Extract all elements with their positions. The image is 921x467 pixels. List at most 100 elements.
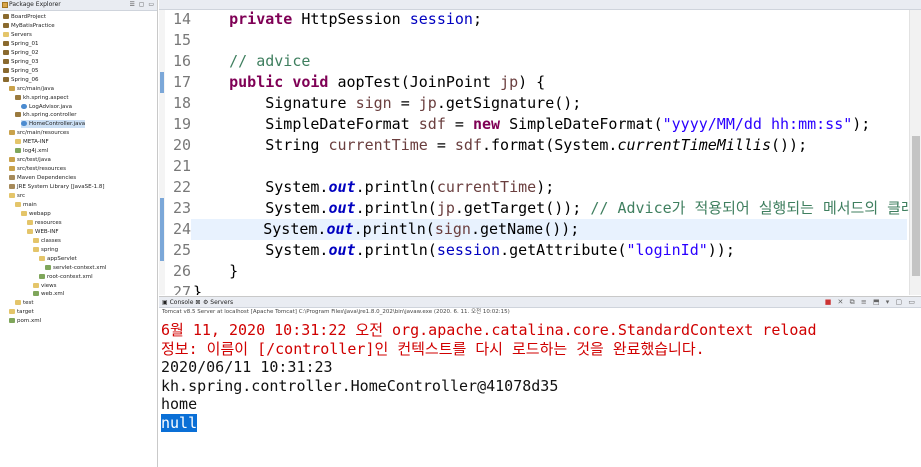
tree-item[interactable]: WEB-INF xyxy=(27,228,59,236)
tree-item[interactable]: Spring_02 xyxy=(3,49,39,57)
tree-item[interactable]: Spring_03 xyxy=(3,58,39,66)
tree-item-label: web.xml xyxy=(41,291,65,298)
java-icon xyxy=(21,103,27,109)
tree-item[interactable]: spring xyxy=(33,246,58,254)
code-line[interactable]: String currentTime = sdf.format(System.c… xyxy=(193,135,907,156)
folder-icon xyxy=(15,139,21,145)
code-editor[interactable]: 141516171819202122232425262728 private H… xyxy=(159,10,921,295)
tree-item-label: src/test/resources xyxy=(17,166,66,173)
tree-item[interactable]: MyBatisPractice xyxy=(3,22,55,30)
scrollbar-thumb[interactable] xyxy=(912,136,920,276)
tree-item[interactable]: Spring_01 xyxy=(3,40,39,48)
tree-item[interactable]: src xyxy=(9,192,25,200)
tree-item-label: Servers xyxy=(11,31,32,38)
package-explorer-tab[interactable]: Package Explorer ☰ ▢ ▭ xyxy=(0,0,157,11)
code-line[interactable] xyxy=(193,30,907,51)
console-line: 2020/06/11 10:31:23 xyxy=(161,358,333,377)
tree-item[interactable]: servlet-context.xml xyxy=(45,264,106,272)
package-explorer-icon xyxy=(2,2,8,8)
package-icon xyxy=(15,112,21,118)
code-line[interactable]: Signature sign = jp.getSignature(); xyxy=(193,93,907,114)
tree-item[interactable]: src/main/resources xyxy=(9,129,69,137)
tree-item[interactable]: src/test/java xyxy=(9,156,51,164)
tree-item[interactable]: Servers xyxy=(3,31,32,39)
console-toolbar[interactable]: ■ ✕ ⧉ ≡ ⬒ ▾ ▢ ▭ xyxy=(825,297,917,308)
tree-item[interactable]: root-context.xml xyxy=(39,273,93,281)
code-line[interactable]: } xyxy=(193,261,907,282)
editor-vertical-scrollbar[interactable] xyxy=(909,10,921,295)
tab-servers[interactable]: ⚙ Servers xyxy=(203,297,233,308)
tree-item[interactable]: kh.spring.aspect xyxy=(15,94,69,102)
tree-item-label: servlet-context.xml xyxy=(53,264,107,271)
code-line[interactable] xyxy=(193,156,907,177)
tree-item[interactable]: target xyxy=(9,308,34,316)
tree-item[interactable]: main xyxy=(15,201,37,209)
code-line[interactable]: public void aopTest(JoinPoint jp) { xyxy=(193,72,907,93)
tree-item[interactable]: HomeController.java xyxy=(21,120,86,129)
tree-item-label: webapp xyxy=(29,210,51,217)
line-number: 23 xyxy=(172,199,191,217)
source-folder-icon xyxy=(9,166,15,172)
line-number: 17 xyxy=(172,73,191,91)
console-line: null xyxy=(161,414,198,432)
tree-item[interactable]: kh.spring.controller xyxy=(15,111,77,119)
library-icon xyxy=(9,184,15,190)
code-line[interactable]: System.out.println(sign.getName()); xyxy=(191,219,907,240)
folder-icon xyxy=(15,201,21,207)
project-icon xyxy=(3,76,9,82)
tree-item[interactable]: webapp xyxy=(21,210,51,218)
tree-item[interactable]: resources xyxy=(27,219,62,227)
tree-item[interactable]: views xyxy=(33,282,57,290)
code-line[interactable]: } xyxy=(193,282,907,295)
tree-item-label: src/main/resources xyxy=(17,130,70,137)
folder-icon xyxy=(15,300,21,306)
tree-item-label: resources xyxy=(35,219,62,226)
tree-item[interactable]: JRE System Library [JavaSE-1.8] xyxy=(9,183,105,191)
console-view: ▣ Console ⊠ ⚙ Servers ■ ✕ ⧉ ≡ ⬒ ▾ ▢ ▭ To… xyxy=(159,296,921,467)
code-line[interactable]: System.out.println(session.getAttribute(… xyxy=(193,240,907,261)
tree-item[interactable]: LogAdvisor.java xyxy=(21,103,72,111)
console-process-header: Tomcat v8.5 Server at localhost [Apache … xyxy=(162,309,510,315)
code-line[interactable]: System.out.println(currentTime); xyxy=(193,177,907,198)
code-line[interactable]: private HttpSession session; xyxy=(193,10,907,30)
folder-icon xyxy=(9,309,15,315)
tree-item-label: src/main/java xyxy=(17,85,55,92)
folder-icon xyxy=(3,31,9,37)
tree-item[interactable]: META-INF xyxy=(15,138,49,146)
folder-icon xyxy=(9,193,15,198)
xml-icon xyxy=(39,273,45,279)
tree-item[interactable]: BoardProject xyxy=(3,13,46,21)
line-number: 22 xyxy=(172,178,191,196)
code-line[interactable]: System.out.println(jp.getTarget()); // A… xyxy=(193,198,921,219)
source-folder-icon xyxy=(9,130,15,136)
console-line: home xyxy=(161,395,198,414)
tree-item[interactable]: appServlet xyxy=(39,255,77,263)
tree-item[interactable]: web.xml xyxy=(33,290,64,298)
folder-icon xyxy=(39,255,45,261)
tree-item[interactable]: pom.xml xyxy=(9,317,41,325)
tree-item[interactable]: test xyxy=(15,299,34,307)
tree-item-label: kh.spring.controller xyxy=(23,112,77,119)
tree-item[interactable]: Maven Dependencies xyxy=(9,174,76,182)
change-marker xyxy=(160,198,164,219)
line-number: 24 xyxy=(172,220,191,238)
tree-item[interactable]: Spring_05 xyxy=(3,67,39,75)
tree-item[interactable]: log4j.xml xyxy=(15,147,48,155)
terminate-icon[interactable]: ■ xyxy=(825,298,834,306)
project-icon xyxy=(3,40,9,46)
code-line[interactable]: SimpleDateFormat sdf = new SimpleDateFor… xyxy=(193,114,907,135)
code-line[interactable]: // advice xyxy=(193,51,907,72)
library-icon xyxy=(9,175,15,181)
tab-console[interactable]: ▣ Console ⊠ xyxy=(162,297,200,308)
tree-item[interactable]: Spring_06 xyxy=(3,76,39,84)
line-number: 20 xyxy=(172,136,191,154)
tree-item[interactable]: src/main/java xyxy=(9,85,54,93)
xml-icon xyxy=(15,148,21,154)
tree-item[interactable]: classes xyxy=(33,237,61,245)
tree-item-label: main xyxy=(23,201,37,208)
console-line: 6월 11, 2020 10:31:22 오전 org.apache.catal… xyxy=(161,321,817,339)
source-folder-icon xyxy=(9,157,15,163)
view-toolbar-icons[interactable]: ☰ ▢ ▭ xyxy=(129,1,155,8)
project-icon xyxy=(3,14,9,19)
tree-item[interactable]: src/test/resources xyxy=(9,165,66,173)
